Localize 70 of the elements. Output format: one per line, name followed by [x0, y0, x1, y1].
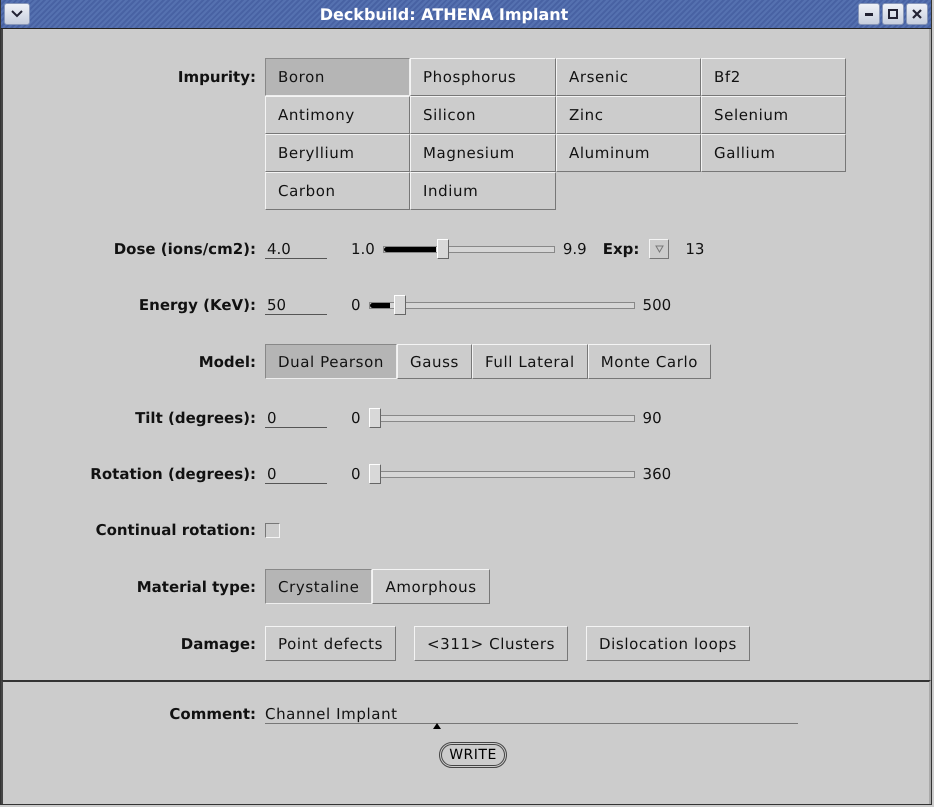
field-label: Material type: [136, 578, 257, 596]
slider-max-label: 500 [642, 296, 672, 314]
write-button[interactable]: WRITE [439, 742, 507, 768]
exponent-value: 13 [685, 240, 704, 258]
option-button[interactable]: Arsenic [556, 58, 701, 96]
text-cursor-icon [433, 722, 441, 728]
option-button[interactable]: Silicon [410, 96, 556, 134]
value-field[interactable]: 4.0 [265, 240, 327, 258]
option-button[interactable]: Dual Pearson [265, 344, 397, 379]
option-button[interactable]: Amorphous [372, 569, 490, 604]
checkbox[interactable] [265, 522, 280, 538]
window-menu-button[interactable] [4, 3, 30, 25]
minimize-button[interactable] [858, 3, 880, 25]
close-icon [911, 8, 923, 20]
option-button[interactable]: Aluminum [556, 134, 701, 172]
dropdown-button[interactable] [649, 239, 670, 259]
option-button[interactable]: Magnesium [410, 134, 556, 172]
value-field[interactable]: 0 [265, 464, 327, 484]
field-label: Damage: [180, 634, 257, 652]
slider-max-label: 360 [642, 465, 672, 483]
field-label: Model: [198, 352, 257, 370]
field-label: Tilt (degrees): [134, 409, 257, 427]
option-button[interactable]: Boron [265, 58, 410, 96]
slider-thumb[interactable] [394, 295, 406, 315]
window-title: Deckbuild: ATHENA Implant [318, 4, 570, 24]
slider-thumb[interactable] [368, 408, 381, 428]
slider[interactable] [368, 295, 635, 315]
slider[interactable] [368, 464, 635, 484]
option-button[interactable]: Beryllium [265, 134, 410, 172]
maximize-button[interactable] [882, 3, 904, 25]
option-button[interactable]: Crystaline [265, 569, 372, 604]
value-field[interactable]: 50 [265, 296, 327, 314]
slider-min-label: 0 [351, 296, 361, 314]
comment-field[interactable]: Channel Implant [265, 704, 798, 724]
slider-min-label: 0 [351, 409, 361, 427]
action-button[interactable]: Point defects [265, 626, 396, 661]
slider-min-label: 1.0 [351, 240, 375, 258]
slider-thumb[interactable] [368, 464, 381, 484]
option-button[interactable]: Selenium [701, 96, 846, 134]
minimize-icon [865, 12, 873, 16]
field-label: Comment: [168, 705, 257, 723]
option-button[interactable]: Carbon [265, 172, 410, 210]
option-button[interactable]: Gallium [701, 134, 846, 172]
option-button[interactable]: Indium [410, 172, 556, 210]
option-button[interactable]: Phosphorus [410, 58, 556, 96]
field-label: Dose (ions/cm2): [112, 240, 257, 258]
field-label: Rotation (degrees): [89, 465, 257, 483]
slider[interactable] [368, 408, 635, 428]
field-label: Exp: [602, 240, 640, 258]
maximize-icon [887, 8, 899, 20]
field-label: Continual rotation: [94, 521, 257, 539]
action-button[interactable]: Dislocation loops [586, 626, 750, 661]
slider[interactable] [382, 239, 555, 259]
field-label: Energy (KeV): [138, 296, 257, 314]
slider-max-label: 90 [642, 409, 662, 427]
action-button[interactable]: <311> Clusters [414, 626, 568, 661]
option-button[interactable]: Monte Carlo [588, 344, 712, 379]
option-button[interactable]: Zinc [556, 96, 701, 134]
option-button[interactable]: Antimony [265, 96, 410, 134]
field-label: Impurity: [176, 67, 257, 86]
slider-min-label: 0 [351, 465, 361, 483]
option-button[interactable]: Gauss [396, 344, 472, 379]
value-field[interactable]: 0 [265, 408, 327, 428]
slider-thumb[interactable] [437, 239, 450, 259]
option-button[interactable]: Bf2 [701, 58, 846, 96]
close-button[interactable] [906, 3, 928, 25]
slider-max-label: 9.9 [562, 240, 587, 258]
option-button[interactable]: Full Lateral [472, 344, 588, 379]
chevron-icon [11, 10, 23, 18]
triangle-down-icon [654, 245, 664, 253]
